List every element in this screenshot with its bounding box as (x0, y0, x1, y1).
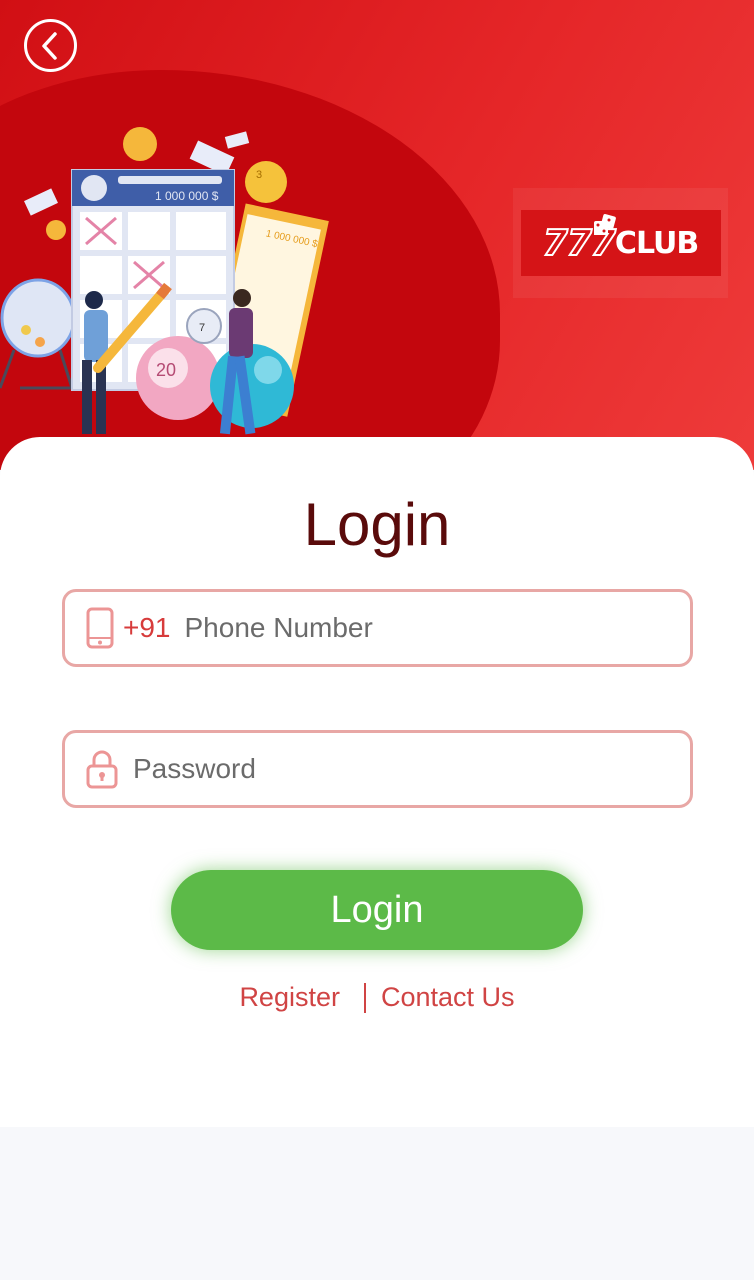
header-banner: 3 1 000 000 $ 1 000 000 $ 20 7 777 CLUB (0, 0, 754, 470)
logo-mark: 777 CLUB (520, 210, 721, 276)
password-field[interactable] (62, 730, 693, 808)
back-button[interactable] (24, 19, 77, 72)
ball-number: 20 (156, 360, 176, 380)
coin-number: 3 (256, 169, 262, 181)
login-button[interactable]: Login (171, 870, 583, 950)
lock-icon (86, 750, 118, 789)
contact-us-link[interactable]: Contact Us (381, 982, 515, 1013)
brand-logo: 777 CLUB (513, 188, 728, 298)
link-divider (363, 982, 366, 1013)
register-link[interactable]: Register (239, 982, 340, 1013)
dice-icon (593, 214, 616, 235)
phone-input[interactable] (184, 612, 625, 644)
country-code: +91 (123, 612, 171, 643)
page-title: Login (303, 491, 451, 558)
phone-field[interactable]: +91 (62, 589, 693, 667)
chevron-left-icon (41, 31, 57, 60)
phone-icon (86, 607, 114, 649)
password-input[interactable] (133, 753, 573, 785)
lottery-illustration: 3 1 000 000 $ 1 000 000 $ 20 7 (0, 127, 329, 435)
ball-number-small: 7 (199, 322, 205, 334)
ticket-amount: 1 000 000 $ (155, 189, 219, 203)
footer-links: Register Contact Us (0, 982, 754, 1013)
logo-text: CLUB (614, 225, 699, 261)
